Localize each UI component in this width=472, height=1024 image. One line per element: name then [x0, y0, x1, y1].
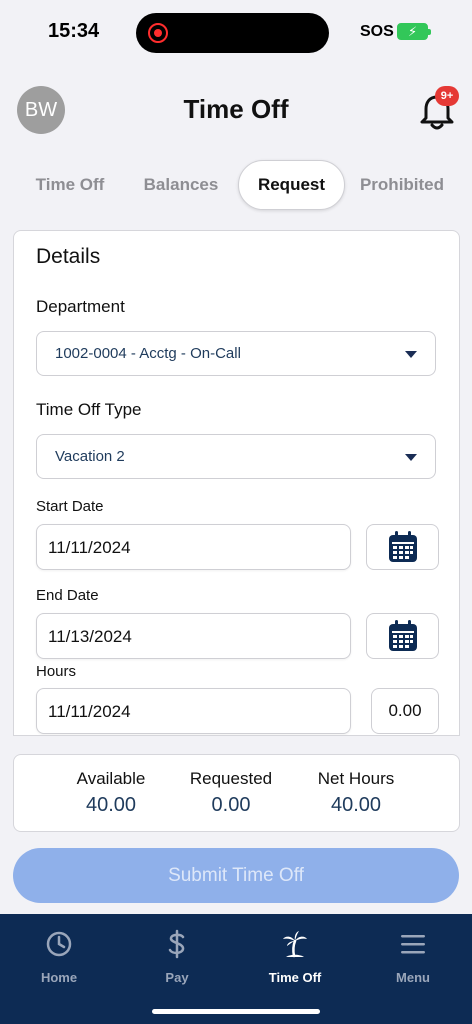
hours-input[interactable]: 0.00 — [371, 688, 439, 734]
dollar-icon — [168, 929, 185, 959]
net-hours-column: Net Hours 40.00 — [306, 769, 406, 817]
dropdown-caret-icon — [405, 351, 417, 358]
nav-pay-label: Pay — [165, 970, 189, 985]
requested-label: Requested — [189, 769, 273, 788]
page-title: Time Off — [183, 94, 289, 124]
dropdown-caret-icon — [405, 454, 417, 461]
start-date-input[interactable]: 11/11/2024 — [36, 524, 351, 570]
net-hours-label: Net Hours — [317, 769, 395, 788]
calendar-icon — [388, 620, 417, 651]
notification-badge: 9+ — [435, 86, 459, 106]
start-date-value: 11/11/2024 — [48, 538, 131, 557]
screen-recording-icon — [148, 23, 168, 43]
tab-time-off[interactable]: Time Off — [14, 160, 126, 210]
department-label: Department — [36, 297, 125, 316]
nav-time-off[interactable]: Time Off — [236, 928, 354, 985]
nav-home-label: Home — [40, 970, 78, 985]
end-date-input[interactable]: 11/13/2024 — [36, 613, 351, 659]
requested-value: 0.00 — [211, 794, 251, 816]
hours-date-input[interactable]: 11/11/2024 — [36, 688, 351, 734]
hours-date-value: 11/11/2024 — [48, 702, 131, 721]
status-time: 15:34 — [48, 20, 100, 42]
clock-icon — [46, 931, 72, 957]
available-value: 40.00 — [85, 794, 137, 816]
status-sos: SOS — [360, 23, 394, 40]
dynamic-island — [136, 13, 329, 53]
requested-column: Requested 0.00 — [181, 769, 281, 817]
nav-menu-label: Menu — [396, 970, 430, 985]
nav-menu[interactable]: Menu — [354, 928, 472, 985]
tab-balances[interactable]: Balances — [126, 160, 236, 210]
balance-summary: Available 40.00 Requested 0.00 Net Hours… — [13, 754, 460, 832]
palm-tree-icon — [283, 931, 307, 958]
app-header: BW Time Off 9+ — [0, 64, 472, 154]
hours-label: Hours — [36, 663, 77, 680]
nav-home[interactable]: Home — [0, 928, 118, 985]
time-off-type-select[interactable]: Vacation 2 — [36, 434, 436, 479]
net-hours-value: 40.00 — [330, 794, 382, 816]
end-date-label: End Date — [36, 587, 99, 604]
start-date-label: Start Date — [36, 498, 104, 515]
nav-time-off-label: Time Off — [268, 970, 322, 985]
submit-time-off-button[interactable]: Submit Time Off — [13, 848, 459, 903]
available-label: Available — [76, 769, 146, 788]
available-column: Available 40.00 — [66, 769, 156, 817]
tab-bar: Time Off Balances Request Prohibited — [0, 160, 472, 210]
end-date-calendar-button[interactable] — [366, 613, 439, 659]
details-title: Details — [36, 245, 101, 268]
time-off-type-value: Vacation 2 — [55, 448, 125, 465]
department-select[interactable]: 1002-0004 - Acctg - On-Call — [36, 331, 436, 376]
details-card: Details Department 1002-0004 - Acctg - O… — [13, 230, 460, 736]
home-indicator — [152, 1009, 320, 1014]
calendar-icon — [388, 531, 417, 562]
tab-prohibited[interactable]: Prohibited — [348, 160, 456, 210]
hamburger-menu-icon — [401, 935, 425, 954]
start-date-calendar-button[interactable] — [366, 524, 439, 570]
end-date-value: 11/13/2024 — [48, 627, 132, 646]
status-bar: 15:34 SOS ⚡ — [0, 0, 472, 64]
bottom-nav: Home Pay Time Off Menu — [0, 914, 472, 1024]
tab-request[interactable]: Request — [238, 160, 345, 210]
time-off-type-label: Time Off Type — [36, 400, 142, 419]
nav-pay[interactable]: Pay — [118, 928, 236, 985]
battery-charging-icon: ⚡ — [397, 23, 431, 40]
department-value: 1002-0004 - Acctg - On-Call — [55, 345, 241, 362]
